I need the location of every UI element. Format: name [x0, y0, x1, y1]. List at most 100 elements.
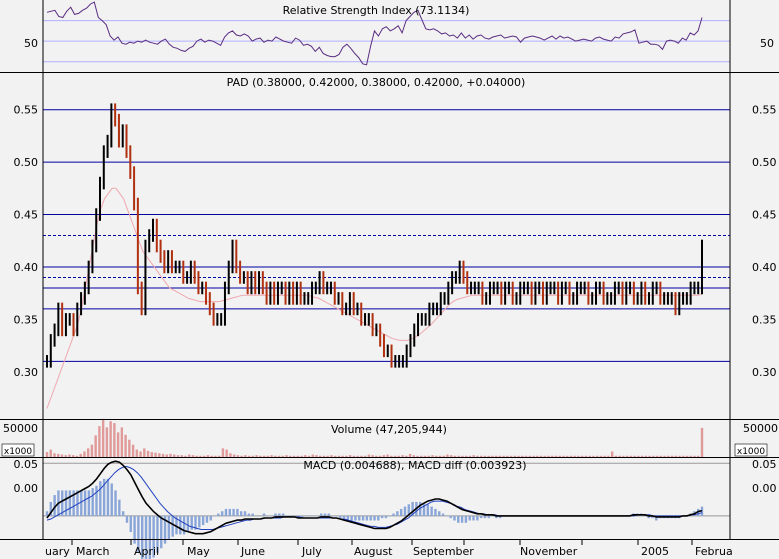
volume-bar: [225, 449, 228, 457]
macd-histogram-bar: [87, 490, 91, 516]
macd-histogram-bar: [262, 513, 266, 516]
volume-bar: [307, 455, 311, 457]
volume-bar: [300, 455, 303, 457]
volume-bar: [610, 451, 614, 457]
macd-title: MACD (0.004688), MACD diff (0.003923): [303, 459, 526, 472]
price-ytick-right-2: 0.45: [752, 209, 777, 222]
macd-ytick-right-1: 0.00: [752, 482, 777, 495]
macd-histogram-bar: [251, 513, 254, 516]
x-tick-label-1: March: [76, 545, 110, 558]
volume-bar: [154, 452, 157, 457]
macd-histogram-bar: [99, 481, 102, 516]
rsi-title: Relative Strength Index (73.1134): [283, 4, 470, 17]
macd-histogram-bar: [232, 508, 235, 516]
volume-bar: [472, 455, 475, 457]
macd-histogram-bar: [491, 515, 494, 517]
volume-bar: [113, 423, 116, 457]
volume-bar: [348, 455, 352, 457]
macd-histogram-bar: [399, 508, 403, 516]
macd-histogram-bar: [255, 515, 258, 517]
macd-histogram-bar: [83, 490, 87, 516]
volume-bar: [341, 455, 344, 457]
volume-bar: [184, 455, 187, 457]
volume-bar: [285, 455, 288, 457]
volume-bar: [644, 455, 648, 457]
volume-bar: [648, 455, 651, 457]
price-title: PAD (0.38000, 0.42000, 0.38000, 0.42000,…: [227, 76, 526, 89]
volume-bar: [98, 426, 101, 457]
volume-bar: [345, 455, 348, 457]
macd-histogram-bar: [240, 511, 243, 516]
macd-histogram-bar: [377, 515, 380, 521]
macd-histogram-bar: [434, 508, 437, 516]
volume-bar: [528, 455, 532, 457]
volume-bar: [554, 455, 558, 457]
macd-histogram-bar: [643, 515, 647, 517]
volume-bar: [551, 455, 554, 457]
volume-bar: [266, 455, 270, 457]
x-tick-label-2: April: [134, 545, 159, 558]
volume-bar: [240, 455, 243, 457]
volume-bar: [356, 455, 359, 457]
macd-histogram-bar: [335, 515, 338, 517]
volume-bar: [277, 455, 281, 457]
macd-histogram-bar: [373, 515, 376, 521]
volume-bar: [539, 455, 543, 457]
volume-bar: [461, 455, 464, 457]
volume-bar: [214, 455, 217, 457]
volume-bar: [693, 455, 696, 457]
volume-bar: [465, 455, 468, 457]
volume-bar: [116, 432, 120, 457]
price-ytick-left-0: 0.55: [14, 104, 39, 117]
volume-bar: [330, 455, 333, 457]
rsi-ytick-right: 50: [760, 37, 774, 50]
macd-histogram-bar: [354, 515, 357, 521]
volume-bar: [173, 454, 176, 457]
macd-histogram-bar: [125, 515, 129, 523]
volume-bar: [75, 455, 79, 457]
macd-histogram-bar: [384, 515, 388, 519]
volume-bar: [206, 455, 210, 457]
price-ytick-right-4: 0.35: [752, 313, 777, 326]
volume-bar: [663, 455, 666, 457]
volume-bar: [236, 455, 240, 457]
volume-bar: [674, 455, 677, 457]
macd-histogram-bar: [327, 513, 331, 516]
macd-histogram-bar: [369, 515, 372, 521]
volume-bar: [577, 455, 580, 457]
volume-bar: [49, 449, 52, 457]
volume-bar: [435, 455, 438, 457]
volume-bar: [101, 418, 105, 457]
volume-bar: [135, 449, 139, 457]
volume-bar: [326, 455, 329, 457]
macd-histogram-bar: [426, 504, 430, 516]
volume-bar: [509, 455, 513, 457]
volume-bar: [94, 435, 97, 457]
volume-bar: [524, 455, 528, 457]
x-tick-label-7: September: [413, 545, 474, 558]
volume-bar: [682, 455, 685, 457]
volume-bar: [476, 455, 479, 457]
macd-histogram-bar: [68, 490, 72, 516]
macd-histogram-bar: [281, 513, 285, 516]
macd-histogram-bar: [64, 490, 68, 516]
macd-histogram-bar: [441, 513, 445, 516]
volume-unit-right: x1000: [737, 447, 766, 457]
volume-bar: [566, 455, 569, 457]
volume-bar: [584, 455, 588, 457]
volume-bar: [603, 455, 606, 457]
macd-histogram-bar: [445, 515, 449, 517]
macd-histogram-bar: [464, 515, 468, 523]
volume-bar: [547, 455, 550, 457]
price-ytick-right-0: 0.55: [752, 104, 777, 117]
volume-bar: [304, 455, 307, 457]
volume-bar: [487, 455, 490, 457]
volume-bar: [393, 455, 397, 457]
volume-bar: [360, 455, 363, 457]
volume-ytick-right: 50000: [743, 422, 778, 435]
volume-bar: [423, 455, 427, 457]
volume-bar: [210, 455, 213, 457]
macd-histogram-bar: [396, 511, 399, 516]
macd-histogram-bar: [365, 515, 369, 521]
volume-bar: [573, 455, 576, 457]
